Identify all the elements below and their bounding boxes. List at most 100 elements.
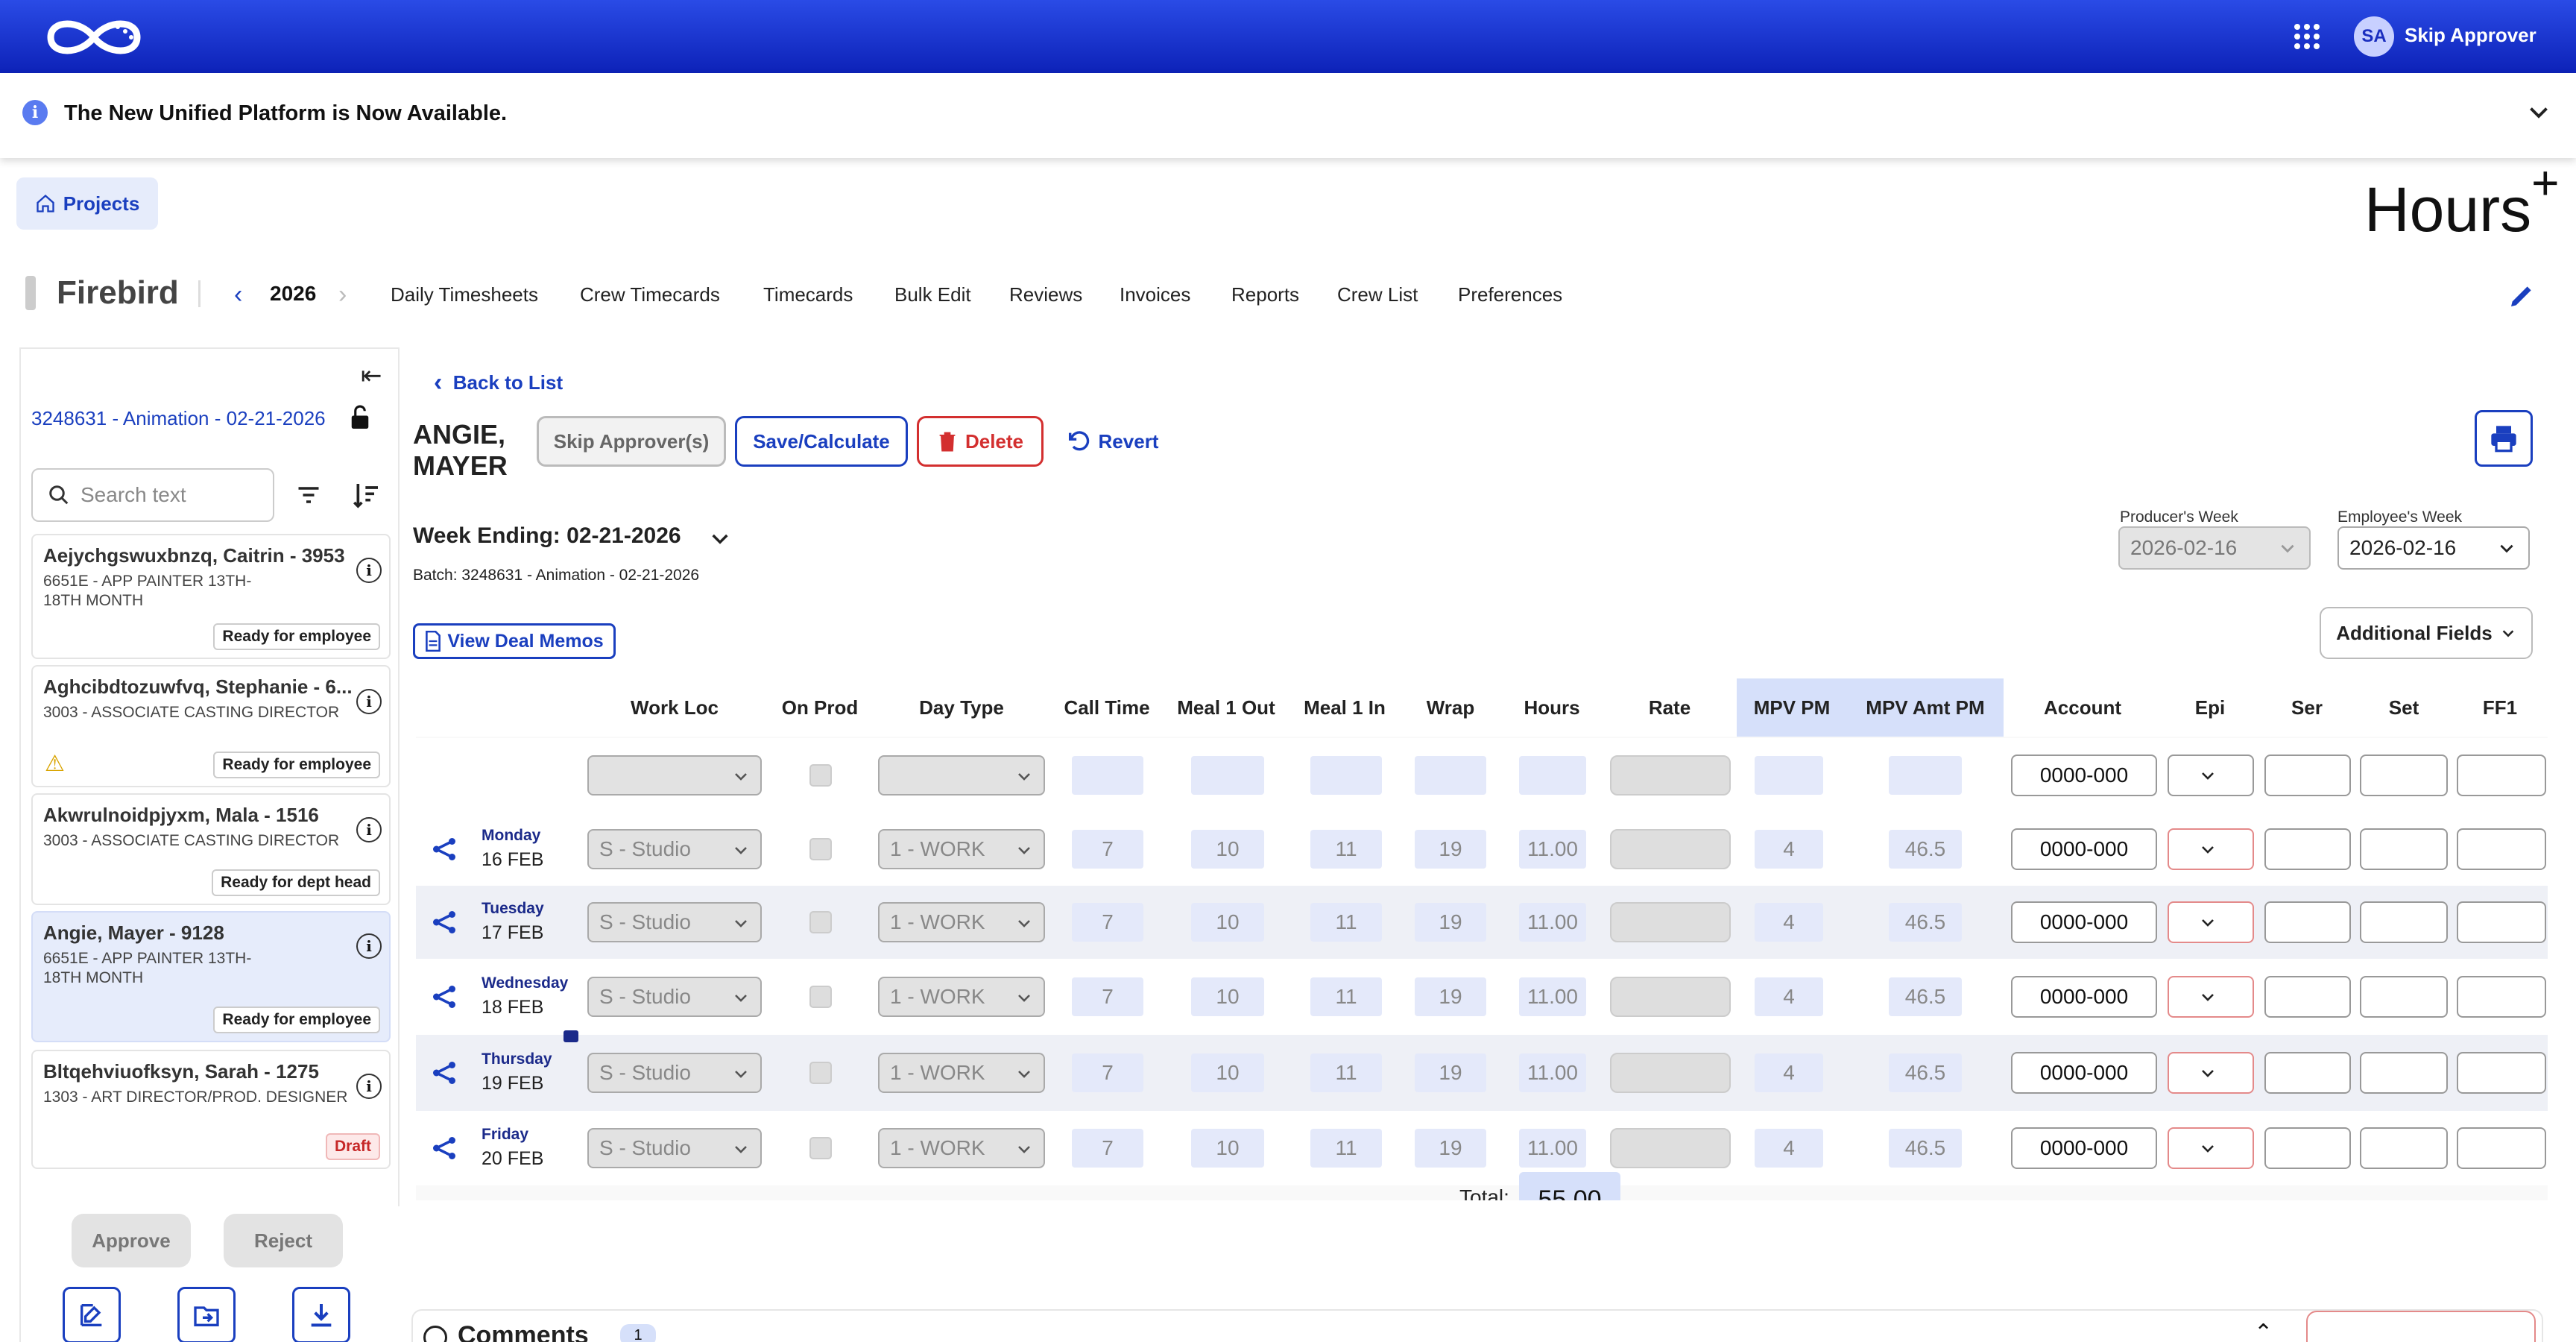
account-input[interactable]: 0000-000: [2011, 755, 2157, 796]
on-prod-checkbox[interactable]: [809, 838, 832, 860]
work-loc-select[interactable]: S - Studio: [587, 977, 762, 1017]
work-loc-select[interactable]: S - Studio: [587, 1128, 762, 1168]
set-input[interactable]: [2360, 1127, 2448, 1169]
app-logo-icon[interactable]: [43, 12, 145, 63]
meal-in-cell[interactable]: 11: [1310, 1129, 1382, 1168]
epi-select[interactable]: [2168, 1127, 2254, 1169]
mpv-pm-cell[interactable]: 4: [1755, 830, 1823, 869]
avatar[interactable]: SA: [2354, 16, 2394, 57]
collapse-sidebar-icon[interactable]: ⇤: [361, 361, 382, 391]
view-deal-memos-button[interactable]: View Deal Memos: [413, 623, 616, 659]
ff1-input[interactable]: [2457, 828, 2546, 870]
mpv-pm-cell[interactable]: 4: [1755, 903, 1823, 942]
list-item[interactable]: Bltqehviuofksyn, Sarah - 1275 1303 - ART…: [31, 1050, 391, 1169]
ser-input[interactable]: [2264, 828, 2351, 870]
user-name[interactable]: Skip Approver: [2405, 24, 2536, 47]
mpv-amt-cell[interactable]: 46.5: [1889, 1053, 1962, 1092]
filter-icon[interactable]: [295, 482, 322, 508]
epi-select[interactable]: [2168, 1052, 2254, 1094]
list-item[interactable]: Akwrulnoidpjyxm, Mala - 1516 3003 - ASSO…: [31, 793, 391, 905]
on-prod-checkbox[interactable]: [809, 764, 832, 787]
ff1-input[interactable]: [2457, 755, 2546, 796]
list-item[interactable]: Aejychgswuxbnzq, Caitrin - 3953 6651E - …: [31, 534, 391, 659]
hours-cell[interactable]: 11.00: [1519, 903, 1586, 942]
year-next-icon[interactable]: ›: [338, 280, 347, 309]
set-input[interactable]: [2360, 976, 2448, 1018]
work-loc-select[interactable]: S - Studio: [587, 1053, 762, 1093]
nav-daily-timesheets[interactable]: Daily Timesheets: [391, 283, 538, 306]
epi-select[interactable]: [2168, 828, 2254, 870]
hours-cell[interactable]: 11.00: [1519, 1129, 1586, 1168]
mpv-pm-cell[interactable]: 4: [1755, 977, 1823, 1016]
chevron-up-icon[interactable]: ⌃: [2254, 1320, 2273, 1342]
mpv-amt-cell[interactable]: 46.5: [1889, 903, 1962, 942]
meal-out-cell[interactable]: 10: [1191, 903, 1264, 942]
info-icon[interactable]: i: [356, 689, 382, 714]
share-icon[interactable]: [431, 836, 458, 863]
chevron-down-icon[interactable]: [2525, 98, 2552, 125]
set-input[interactable]: [2360, 755, 2448, 796]
chevron-down-icon[interactable]: [708, 526, 732, 550]
share-icon[interactable]: [431, 909, 458, 936]
list-item[interactable]: Aghcibdtozuwfvq, Stephanie - 6... 3003 -…: [31, 665, 391, 787]
on-prod-checkbox[interactable]: [809, 911, 832, 933]
download-button[interactable]: [292, 1287, 350, 1342]
call-cell[interactable]: 7: [1072, 830, 1143, 869]
account-input[interactable]: 0000-000: [2011, 976, 2157, 1018]
nav-bulk-edit[interactable]: Bulk Edit: [894, 283, 971, 306]
account-input[interactable]: 0000-000: [2011, 1127, 2157, 1169]
nav-crew-timecards[interactable]: Crew Timecards: [580, 283, 720, 306]
day-type-select[interactable]: 1 - WORK: [878, 977, 1045, 1017]
comments-section[interactable]: Comments 1 ⌃: [411, 1309, 2543, 1342]
ser-input[interactable]: [2264, 1052, 2351, 1094]
employees-week-select[interactable]: 2026-02-16: [2337, 526, 2530, 570]
info-icon[interactable]: i: [356, 933, 382, 959]
meal-out-cell[interactable]: 10: [1191, 1053, 1264, 1092]
meal-in-cell[interactable]: 11: [1310, 830, 1382, 869]
call-cell[interactable]: 7: [1072, 1053, 1143, 1092]
back-to-list-link[interactable]: ‹ Back to List: [434, 367, 563, 397]
share-icon[interactable]: [431, 1059, 458, 1086]
mpv-amt-cell[interactable]: 46.5: [1889, 977, 1962, 1016]
meal-out-cell[interactable]: 10: [1191, 977, 1264, 1016]
revert-button[interactable]: Revert: [1060, 416, 1164, 467]
additional-fields-button[interactable]: Additional Fields: [2320, 607, 2533, 659]
pencil-icon[interactable]: [2507, 280, 2537, 310]
account-input[interactable]: 0000-000: [2011, 901, 2157, 943]
wrap-cell[interactable]: 19: [1415, 977, 1486, 1016]
call-cell[interactable]: [1072, 756, 1143, 795]
share-icon[interactable]: [431, 983, 458, 1010]
day-type-select[interactable]: 1 - WORK: [878, 902, 1045, 942]
ser-input[interactable]: [2264, 901, 2351, 943]
print-button[interactable]: [2475, 410, 2533, 467]
projects-button[interactable]: Projects: [16, 177, 158, 230]
hours-cell[interactable]: 11.00: [1519, 830, 1586, 869]
wrap-cell[interactable]: 19: [1415, 1053, 1486, 1092]
set-input[interactable]: [2360, 901, 2448, 943]
nav-preferences[interactable]: Preferences: [1458, 283, 1562, 306]
action-panel[interactable]: [2306, 1311, 2536, 1342]
wrap-cell[interactable]: 19: [1415, 903, 1486, 942]
ff1-input[interactable]: [2457, 1127, 2546, 1169]
wrap-cell[interactable]: [1415, 756, 1486, 795]
wrap-cell[interactable]: 19: [1415, 1129, 1486, 1168]
nav-crew-list[interactable]: Crew List: [1337, 283, 1418, 306]
search-input[interactable]: Search text: [31, 468, 274, 522]
work-loc-select[interactable]: [587, 755, 762, 796]
account-input[interactable]: 0000-000: [2011, 828, 2157, 870]
save-calculate-button[interactable]: Save/Calculate: [735, 416, 908, 467]
meal-in-cell[interactable]: 11: [1310, 977, 1382, 1016]
nav-reports[interactable]: Reports: [1231, 283, 1299, 306]
epi-select[interactable]: [2168, 755, 2254, 796]
ff1-input[interactable]: [2457, 1052, 2546, 1094]
call-cell[interactable]: 7: [1072, 903, 1143, 942]
day-type-select[interactable]: [878, 755, 1045, 796]
on-prod-checkbox[interactable]: [809, 1062, 832, 1084]
mpv-pm-cell[interactable]: 4: [1755, 1129, 1823, 1168]
meal-in-cell[interactable]: 11: [1310, 1053, 1382, 1092]
mpv-amt-cell[interactable]: [1889, 756, 1962, 795]
delete-button[interactable]: Delete: [917, 416, 1044, 467]
ser-input[interactable]: [2264, 976, 2351, 1018]
mpv-pm-cell[interactable]: 4: [1755, 1053, 1823, 1092]
call-cell[interactable]: 7: [1072, 977, 1143, 1016]
